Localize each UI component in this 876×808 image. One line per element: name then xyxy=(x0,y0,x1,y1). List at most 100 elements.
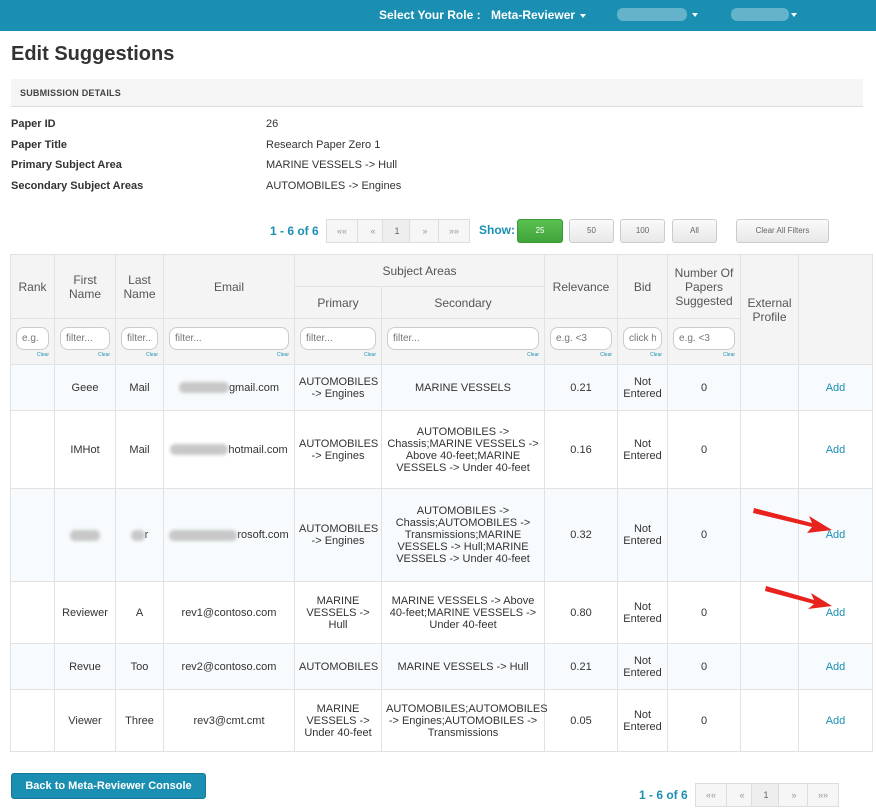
user-menu[interactable] xyxy=(617,8,687,21)
table-row: Revue Too rev2@contoso.com AUTOMOBILES M… xyxy=(10,643,874,690)
pager-last-button[interactable]: »» xyxy=(807,783,839,807)
primary-cell: MARINE VESSELS -> Hull xyxy=(294,581,382,644)
bid-cell: Not Entered xyxy=(617,689,669,752)
col-header-primary[interactable]: Primary xyxy=(294,286,382,319)
add-link[interactable]: Add xyxy=(826,382,846,394)
clear-all-filters-button[interactable]: Clear All Filters xyxy=(736,219,829,243)
pager-next-button[interactable]: » xyxy=(778,783,810,807)
relevance-cell: 0.32 xyxy=(544,488,619,582)
show-50-button[interactable]: 50 xyxy=(569,219,614,243)
detail-label: Primary Subject Area xyxy=(11,159,122,171)
page-title: Edit Suggestions xyxy=(11,43,175,65)
clear-filter-link[interactable]: Clear xyxy=(60,352,110,358)
col-header-email[interactable]: Email xyxy=(163,254,295,319)
email-text: hotmail.com xyxy=(228,443,288,456)
last-name-text: r xyxy=(144,529,149,541)
detail-value: MARINE VESSELS -> Hull xyxy=(266,159,398,171)
show-100-button[interactable]: 100 xyxy=(620,219,665,243)
table-row: IMHot Mail hotmail.com AUTOMOBILES -> En… xyxy=(10,410,874,489)
add-link[interactable]: Add xyxy=(826,715,846,727)
bid-cell: Not Entered xyxy=(617,410,669,489)
clear-filter-link[interactable]: Clear xyxy=(16,352,49,358)
redacted-text xyxy=(130,529,145,541)
external-profile-cell xyxy=(740,410,800,489)
pager-first-button[interactable]: «« xyxy=(326,219,358,243)
relevance-filter-input[interactable] xyxy=(550,327,613,350)
rank-filter-input[interactable] xyxy=(16,327,49,350)
papers-cell: 0 xyxy=(667,364,742,411)
first-name-filter-input[interactable] xyxy=(60,327,110,350)
detail-row: Primary Subject Area MARINE VESSELS -> Hu… xyxy=(11,159,611,180)
relevance-cell: 0.80 xyxy=(544,581,619,644)
email-cell: rosoft.com xyxy=(163,488,295,582)
secondary-cell: AUTOMOBILES;AUTOMOBILES -> Engines;AUTOM… xyxy=(380,689,548,752)
primary-cell: MARINE VESSELS -> Under 40-feet xyxy=(294,689,382,752)
primary-filter-input[interactable] xyxy=(300,327,376,350)
clear-filter-link[interactable]: Clear xyxy=(623,352,662,358)
col-header-relevance[interactable]: Relevance xyxy=(544,254,619,319)
action-cell: Add xyxy=(798,410,874,489)
pager-first-button[interactable]: «« xyxy=(695,783,727,807)
show-25-button[interactable]: 25 xyxy=(517,219,563,243)
external-profile-cell xyxy=(740,689,800,752)
clear-filter-link[interactable]: Clear xyxy=(550,352,612,358)
detail-value: 26 xyxy=(266,118,279,130)
last-name-cell: A xyxy=(115,581,164,644)
col-header-first-name[interactable]: First Name xyxy=(54,254,116,319)
bid-filter-input[interactable] xyxy=(623,327,663,350)
secondary-cell: MARINE VESSELS -> Hull xyxy=(380,643,546,690)
add-link[interactable]: Add xyxy=(826,661,846,673)
pager-bottom: 1 - 6 of 6 «« « 1 » »» xyxy=(0,783,876,808)
pager-next-button[interactable]: » xyxy=(409,219,441,243)
last-name-filter-input[interactable] xyxy=(121,327,158,350)
chevron-down-icon xyxy=(692,13,698,17)
last-name-cell: Too xyxy=(115,643,164,690)
primary-cell: AUTOMOBILES -> Engines xyxy=(294,410,382,489)
col-header-rank[interactable]: Rank xyxy=(10,254,55,319)
bid-cell: Not Entered xyxy=(617,581,669,644)
table-row: Viewer Three rev3@cmt.cmt MARINE VESSELS… xyxy=(10,689,874,752)
clear-filter-link[interactable]: Clear xyxy=(673,352,735,358)
col-header-papers-suggested[interactable]: Number Of Papers Suggested xyxy=(667,254,742,319)
email-cell: rev2@contoso.com xyxy=(163,643,295,690)
show-all-button[interactable]: All xyxy=(672,219,717,243)
action-cell: Add xyxy=(798,643,874,690)
papers-cell: 0 xyxy=(667,643,742,690)
papers-cell: 0 xyxy=(667,689,742,752)
filter-cell-first-name: Clear xyxy=(54,318,116,365)
filter-cell-relevance: Clear xyxy=(544,318,619,365)
pager-page-button[interactable]: 1 xyxy=(382,219,412,243)
detail-row: Secondary Subject Areas AUTOMOBILES -> En… xyxy=(11,180,611,201)
rank-cell xyxy=(10,643,55,690)
secondary-filter-input[interactable] xyxy=(387,327,540,350)
primary-cell: AUTOMOBILES -> Engines xyxy=(294,364,382,411)
clear-filter-link[interactable]: Clear xyxy=(387,352,539,358)
col-header-bid[interactable]: Bid xyxy=(617,254,669,319)
clear-filter-link[interactable]: Clear xyxy=(300,352,376,358)
detail-value: Research Paper Zero 1 xyxy=(266,138,381,151)
clear-filter-link[interactable]: Clear xyxy=(121,352,158,358)
col-header-secondary[interactable]: Secondary xyxy=(380,286,546,319)
first-name-cell: Revue xyxy=(54,643,116,690)
redacted-text xyxy=(170,444,229,456)
col-header-last-name[interactable]: Last Name xyxy=(115,254,164,319)
role-value: Meta-Reviewer xyxy=(491,8,576,22)
primary-cell: AUTOMOBILES xyxy=(294,643,382,690)
role-label: Select Your Role : xyxy=(379,8,481,22)
clear-filter-link[interactable]: Clear xyxy=(169,352,289,358)
email-filter-input[interactable] xyxy=(169,327,289,350)
pager-last-button[interactable]: »» xyxy=(438,219,470,243)
redacted-text xyxy=(178,382,229,394)
role-dropdown[interactable]: Meta-Reviewer xyxy=(491,8,587,22)
add-link[interactable]: Add xyxy=(826,444,846,456)
pager-page-button[interactable]: 1 xyxy=(751,783,781,807)
pager-count: 1 - 6 of 6 xyxy=(639,788,688,802)
detail-label: Paper ID xyxy=(11,118,56,130)
account-menu[interactable] xyxy=(731,8,789,21)
first-name-cell xyxy=(54,488,116,582)
action-cell: Add xyxy=(798,689,874,752)
papers-filter-input[interactable] xyxy=(673,327,736,350)
filter-cell-secondary: Clear xyxy=(380,318,546,365)
first-name-cell: IMHot xyxy=(54,410,116,489)
secondary-cell: MARINE VESSELS xyxy=(380,364,546,411)
